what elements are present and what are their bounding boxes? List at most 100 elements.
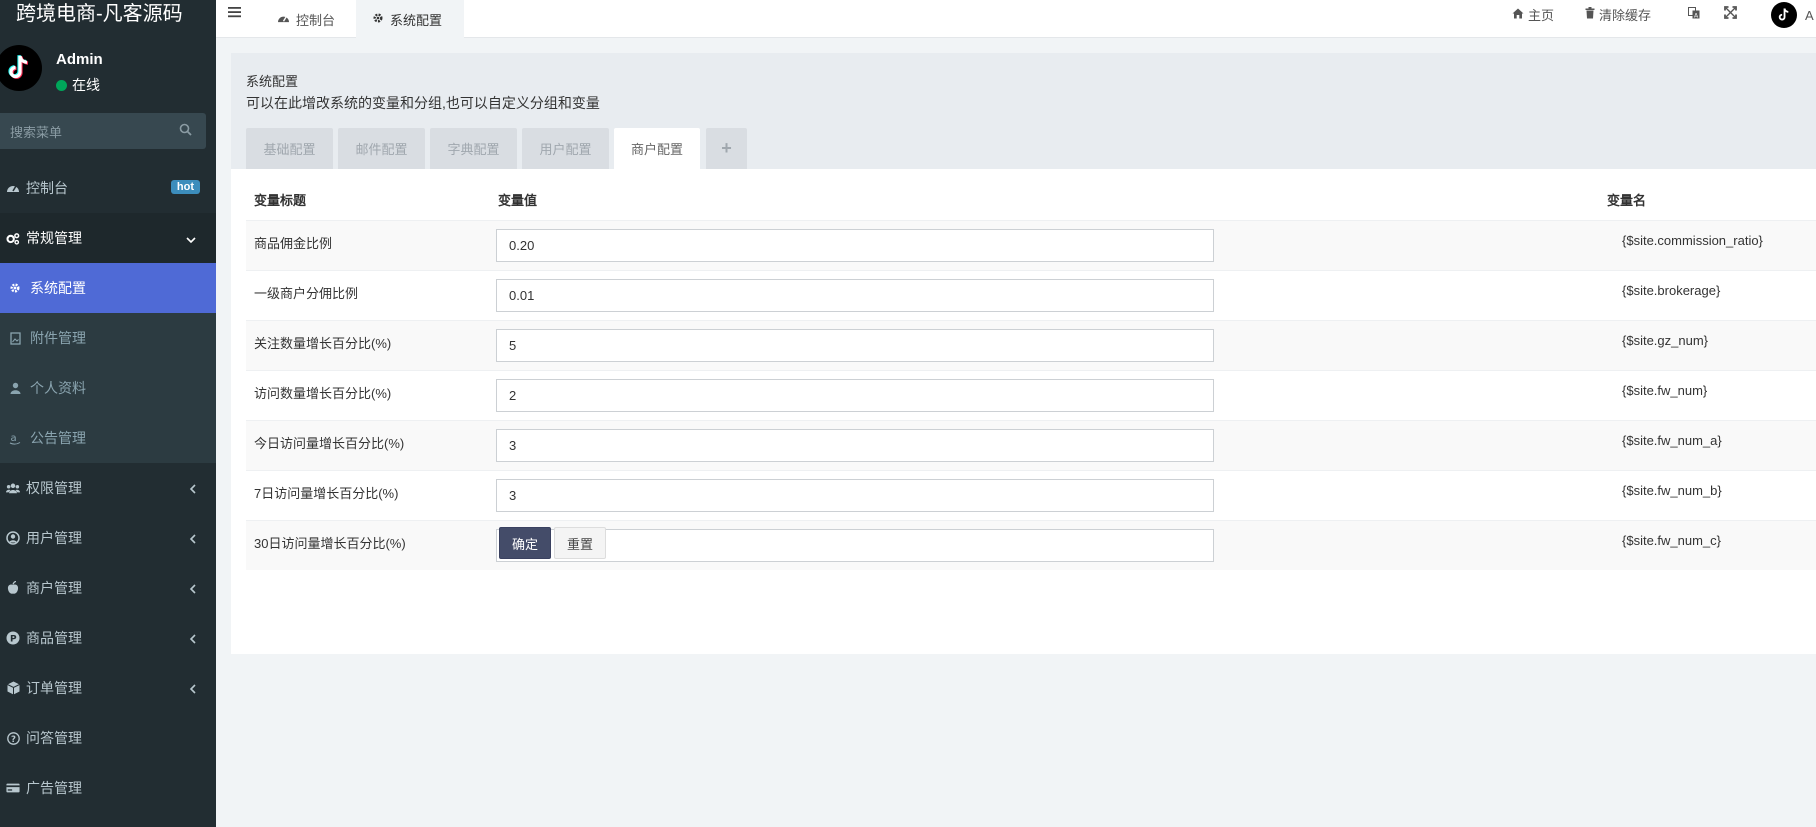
sidebar-item-attachment[interactable]: 附件管理	[0, 313, 216, 363]
question-circle-icon: ?	[6, 731, 20, 745]
tab-label: 系统配置	[390, 12, 443, 28]
sidebar-item-label: 广告管理	[26, 780, 82, 796]
variable-name: {$site.fw_num_a}	[1622, 433, 1722, 448]
dashboard-icon	[277, 12, 290, 27]
sidebar-item-label: 公告管理	[30, 430, 86, 446]
sidebar: 跨境电商-凡客源码 Admin 在线 搜索菜单 控制台 hot 常规管理 系统配…	[0, 0, 216, 827]
sidebar-item-label: 常规管理	[26, 230, 82, 246]
page-description: 可以在此增改系统的变量和分组,也可以自定义分组和变量	[246, 95, 600, 111]
table-row: 30日访问量增长百分比(%) {$site.fw_num_c}	[246, 520, 1816, 570]
chevron-left-icon	[189, 483, 196, 497]
home-link[interactable]: 主页	[1512, 0, 1554, 28]
submit-button[interactable]: 确定	[499, 527, 551, 559]
sidebar-item-announcement[interactable]: a 公告管理	[0, 413, 216, 463]
hot-badge: hot	[170, 180, 200, 194]
column-header-title: 变量标题	[254, 193, 307, 208]
svg-text:P: P	[10, 635, 17, 645]
tab-system-config[interactable]: 系统配置	[356, 0, 464, 38]
variable-title: 一级商户分佣比例	[254, 286, 359, 301]
variable-title: 30日访问量增长百分比(%)	[254, 536, 406, 551]
sidebar-item-label: 用户管理	[26, 530, 82, 546]
sidebar-item-products[interactable]: P 商品管理	[0, 613, 216, 663]
credit-card-icon	[6, 781, 20, 795]
table-row: 访问数量增长百分比(%) {$site.fw_num}	[246, 370, 1816, 420]
fullscreen-icon	[1724, 6, 1737, 22]
sidebar-item-dashboard[interactable]: 控制台 hot	[0, 163, 216, 213]
sidebar-item-general-management[interactable]: 常规管理	[0, 213, 216, 263]
variable-value-input[interactable]	[496, 429, 1214, 462]
sidebar-item-ads[interactable]: 广告管理	[0, 763, 216, 813]
user-icon	[8, 382, 22, 394]
user-avatar-small	[1771, 2, 1797, 28]
tab-merchant-config[interactable]: 商户配置	[614, 128, 700, 169]
sidebar-item-users[interactable]: 用户管理	[0, 513, 216, 563]
cogs-icon	[6, 231, 20, 245]
table-row: 商品佣金比例 {$site.commission_ratio}	[246, 220, 1816, 270]
variable-name: {$site.fw_num}	[1622, 383, 1708, 398]
menu-search-input[interactable]: 搜索菜单	[0, 113, 206, 149]
variable-name: {$site.gz_num}	[1622, 333, 1709, 348]
sidebar-item-label: 个人资料	[30, 380, 86, 396]
brand-logo-text[interactable]: 跨境电商-凡客源码	[0, 0, 216, 34]
clear-cache-button[interactable]: 清除缓存	[1585, 0, 1651, 28]
variable-title: 今日访问量增长百分比(%)	[254, 436, 405, 451]
tab-basic-config[interactable]: 基础配置	[246, 128, 333, 169]
sidebar-item-merchants[interactable]: 商户管理	[0, 563, 216, 613]
variable-value-input[interactable]	[496, 279, 1214, 312]
variable-name: {$site.commission_ratio}	[1622, 233, 1763, 248]
search-icon[interactable]	[179, 123, 192, 139]
fullscreen-button[interactable]	[1724, 0, 1737, 28]
tab-label: 控制台	[296, 12, 336, 28]
column-header-name: 变量名	[1607, 193, 1647, 208]
panel-heading: 系统配置 可以在此增改系统的变量和分组,也可以自定义分组和变量 基础配置 邮件配…	[231, 53, 1816, 169]
variable-value-input[interactable]	[496, 229, 1214, 262]
reset-button[interactable]: 重置	[554, 527, 606, 559]
tiktok-logo-icon	[8, 54, 29, 79]
sidebar-menu: 控制台 hot 常规管理 系统配置 附件管理 个人资料 a 公告管理 权限管理 …	[0, 163, 216, 813]
sidebar-item-label: 商户管理	[26, 580, 82, 596]
user-status-label: 在线	[72, 77, 100, 93]
sidebar-item-label: 问答管理	[26, 730, 82, 746]
image-file-icon	[8, 331, 22, 345]
table-row: 关注数量增长百分比(%) {$site.gz_num}	[246, 320, 1816, 370]
sidebar-item-label: 订单管理	[26, 680, 82, 696]
dashboard-icon	[6, 181, 20, 195]
chevron-left-icon	[189, 583, 196, 597]
translate-button[interactable]: A	[1688, 0, 1700, 28]
tab-dictionary-config[interactable]: 字典配置	[430, 128, 517, 169]
clear-cache-label: 清除缓存	[1599, 7, 1652, 23]
sidebar-item-orders[interactable]: 订单管理	[0, 663, 216, 713]
chevron-left-icon	[189, 533, 196, 547]
tab-mail-config[interactable]: 邮件配置	[338, 128, 425, 169]
online-status-dot-icon	[56, 79, 67, 91]
sidebar-item-permissions[interactable]: 权限管理	[0, 463, 216, 513]
variable-value-input[interactable]	[496, 329, 1214, 362]
gear-icon	[372, 12, 384, 27]
sidebar-item-system-config[interactable]: 系统配置	[0, 263, 216, 313]
home-icon	[1512, 7, 1524, 22]
hamburger-menu-icon[interactable]	[228, 5, 242, 23]
chevron-left-icon	[189, 633, 196, 647]
variable-name: {$site.fw_num_c}	[1622, 533, 1722, 548]
product-p-icon: P	[6, 631, 20, 645]
tab-user-config[interactable]: 用户配置	[522, 128, 609, 169]
variable-title: 访问数量增长百分比(%)	[254, 386, 392, 401]
sidebar-item-qa[interactable]: ? 问答管理	[0, 713, 216, 763]
chevron-left-icon	[189, 683, 196, 697]
user-status: 在线	[56, 75, 100, 95]
add-group-button[interactable]: +	[706, 128, 747, 169]
config-panel: 系统配置 可以在此增改系统的变量和分组,也可以自定义分组和变量 基础配置 邮件配…	[231, 53, 1816, 654]
tab-dashboard[interactable]: 控制台	[261, 0, 351, 38]
sidebar-item-profile[interactable]: 个人资料	[0, 363, 216, 413]
home-label: 主页	[1528, 7, 1555, 23]
trash-icon	[1585, 6, 1595, 22]
group-icon	[6, 481, 20, 495]
sidebar-item-label: 权限管理	[26, 480, 82, 496]
user-menu[interactable]: A	[1771, 1, 1814, 29]
chevron-down-icon	[186, 233, 196, 247]
apple-icon	[6, 581, 20, 595]
variable-value-input[interactable]	[496, 379, 1214, 412]
page-title: 系统配置	[246, 74, 299, 89]
variable-value-input[interactable]	[496, 479, 1214, 512]
variable-name: {$site.brokerage}	[1622, 283, 1721, 298]
